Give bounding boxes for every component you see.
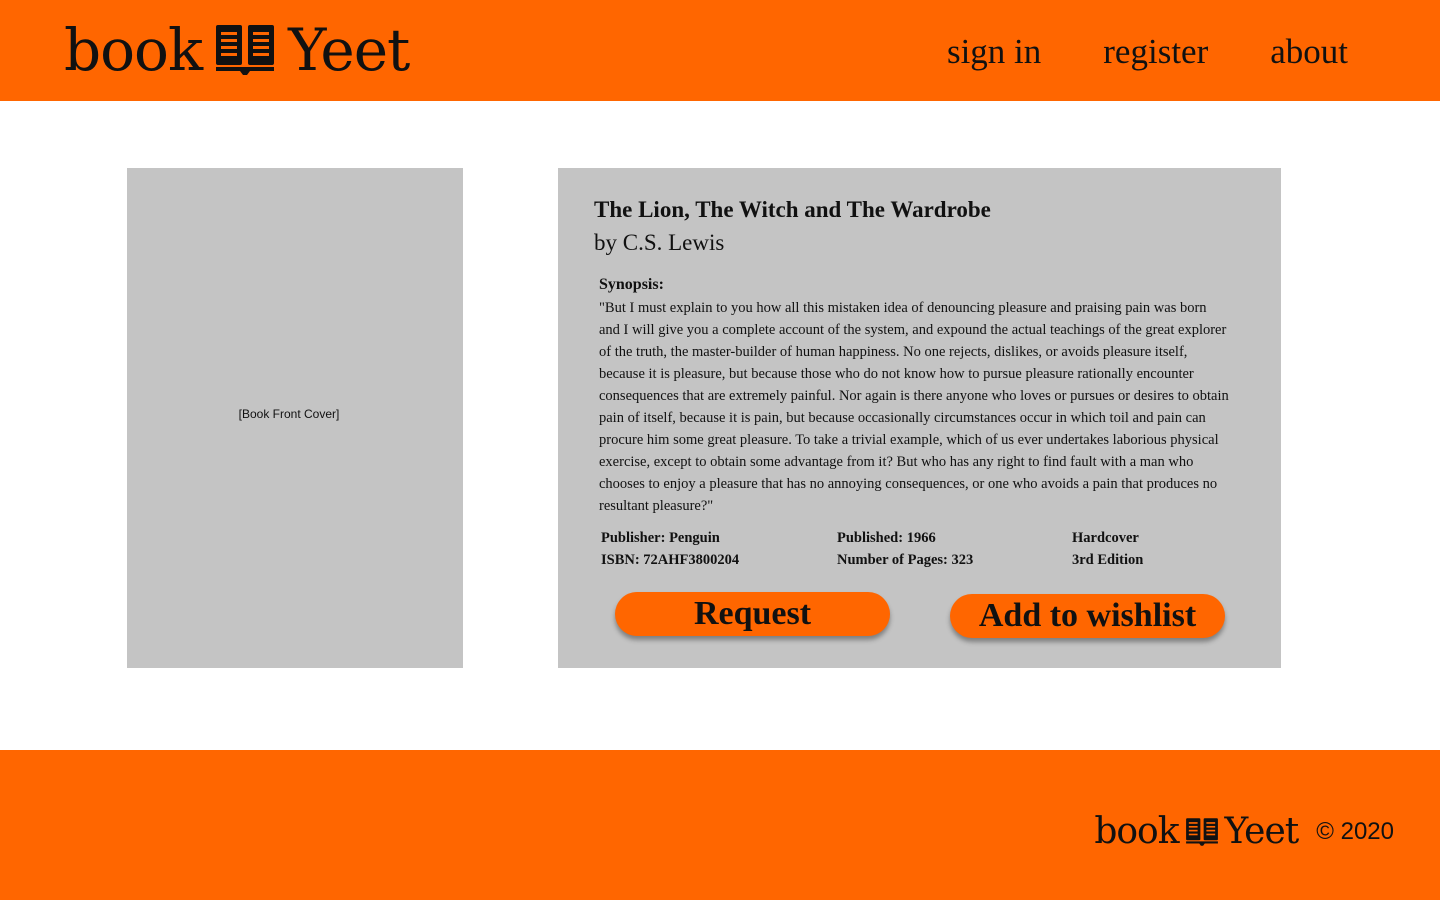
nav-about-link[interactable]: about [1270,30,1348,74]
add-to-wishlist-button[interactable]: Add to wishlist [950,594,1225,638]
site-header: book Yeet sign in register about [0,0,1440,101]
footer-brand: book Yeet © 2020 [1094,812,1394,852]
book-details-panel: The Lion, The Witch and The Wardrobe by … [558,168,1281,668]
logo-word-yeet: Yeet [288,16,410,84]
site-logo[interactable]: book Yeet [64,16,410,84]
meta-column-publisher: Publisher: Penguin ISBN: 72AHF3800204 [601,527,739,571]
logo-word-book: book [64,16,203,84]
request-button[interactable]: Request [615,592,890,636]
open-book-icon [216,25,275,75]
isbn-label: ISBN: 72AHF3800204 [601,552,740,568]
footer-logo-word-book: book [1094,811,1179,852]
edition-label: 3rd Edition [1072,552,1144,568]
main-nav: sign in register about [947,30,1348,74]
synopsis-heading: Synopsis: [599,276,664,293]
nav-register-link[interactable]: register [1103,30,1208,74]
site-footer: book Yeet © 2020 [0,750,1440,900]
copyright-text: © 2020 [1316,818,1394,845]
meta-column-published: Published: 1966 Number of Pages: 323 [837,527,973,571]
publisher-label: Publisher: Penguin [601,530,720,546]
synopsis-text: "But I must explain to you how all this … [599,300,1229,514]
format-label: Hardcover [1072,530,1139,546]
book-title: The Lion, The Witch and The Wardrobe [594,197,991,222]
meta-column-format: Hardcover 3rd Edition [1072,527,1143,571]
open-book-icon [1185,818,1218,846]
book-author: by C.S. Lewis [594,230,725,255]
page-count-label: Number of Pages: 323 [837,552,974,568]
nav-sign-in-link[interactable]: sign in [947,30,1041,74]
book-cover-image: [Book Front Cover] [127,168,463,668]
book-cover-label: [Book Front Cover] [238,407,340,421]
footer-logo-word-yeet: Yeet [1224,811,1300,852]
published-label: Published: 1966 [837,530,936,546]
